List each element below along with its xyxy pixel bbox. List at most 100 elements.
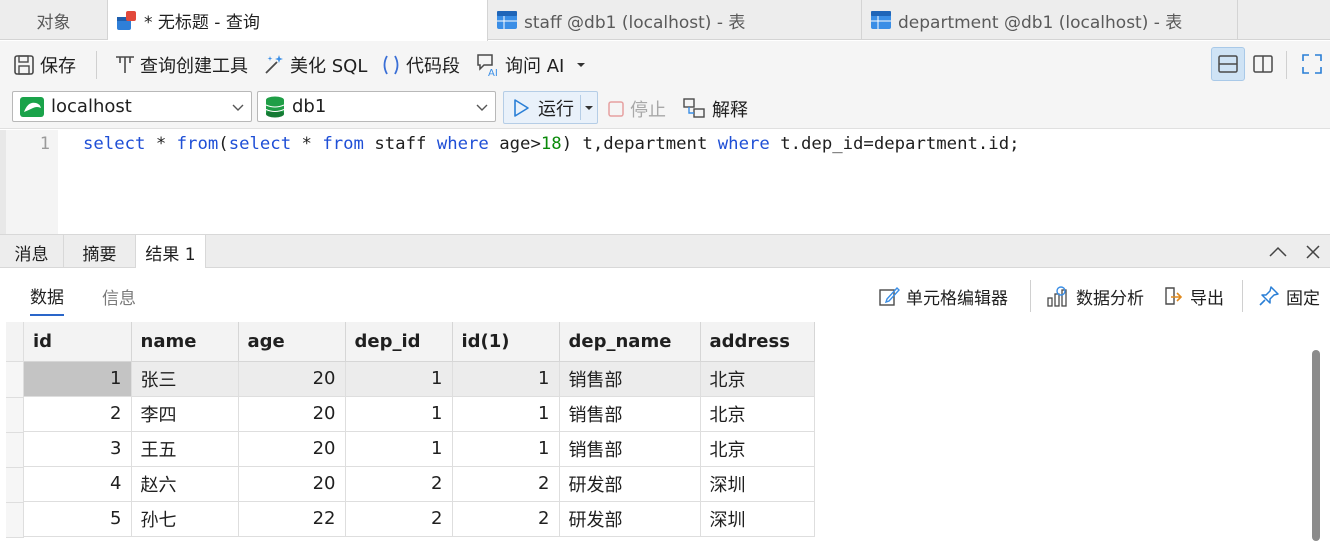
tab-staff-table[interactable]: staff @db1 (localhost) - 表 xyxy=(488,0,862,40)
connection-toolbar: localhost db1 运行 停止 解释 xyxy=(0,89,1330,129)
column-header[interactable]: age xyxy=(238,322,346,362)
row-header[interactable] xyxy=(6,503,24,538)
column-header[interactable]: name xyxy=(131,322,239,362)
table-cell[interactable]: 北京 xyxy=(700,361,815,397)
explain-button[interactable]: 解释 xyxy=(682,89,748,129)
subtab-info[interactable]: 信息 xyxy=(102,276,136,316)
toolbar-divider xyxy=(1030,280,1031,312)
table-cell[interactable]: 销售部 xyxy=(559,396,701,432)
close-icon[interactable] xyxy=(1304,243,1322,261)
pin-button[interactable]: 固定 xyxy=(1258,276,1320,316)
table-cell[interactable]: 20 xyxy=(238,431,346,467)
column-header[interactable]: dep_id xyxy=(345,322,453,362)
column-header[interactable]: id(1) xyxy=(452,322,560,362)
tab-summary[interactable]: 摘要 xyxy=(64,235,136,269)
export-button[interactable]: 导出 xyxy=(1162,276,1224,316)
table-cell[interactable]: 孙七 xyxy=(131,501,239,537)
cell-editor-button[interactable]: 单元格编辑器 xyxy=(878,276,1008,316)
table-row[interactable]: 2 李四 20 1 1 销售部 北京 xyxy=(24,396,815,432)
code-snippet-button[interactable]: 代码段 xyxy=(380,41,460,89)
table-cell[interactable]: 1 xyxy=(24,361,132,397)
layout-stacked-button[interactable] xyxy=(1211,47,1245,81)
sql-editor[interactable]: 1 select * from(select * from staff wher… xyxy=(0,130,1330,234)
table-cell[interactable]: 北京 xyxy=(700,396,815,432)
chevron-down-icon[interactable] xyxy=(576,60,586,70)
tab-objects[interactable]: 对象 xyxy=(0,0,108,40)
table-cell[interactable]: 1 xyxy=(452,361,560,397)
connection-select[interactable]: localhost xyxy=(12,91,252,122)
table-cell[interactable]: 20 xyxy=(238,361,346,397)
table-cell[interactable]: 王五 xyxy=(131,431,239,467)
table-cell[interactable]: 2 xyxy=(452,466,560,502)
table-cell[interactable]: 22 xyxy=(238,501,346,537)
explain-label: 解释 xyxy=(712,100,748,121)
table-cell[interactable]: 3 xyxy=(24,431,132,467)
query-builder-icon xyxy=(116,56,134,73)
tab-result-1[interactable]: 结果 1 xyxy=(136,235,206,269)
cell-editor-label: 单元格编辑器 xyxy=(906,288,1008,309)
table-cell[interactable]: 20 xyxy=(238,466,346,502)
table-cell[interactable]: 研发部 xyxy=(559,466,701,502)
fullscreen-button[interactable] xyxy=(1295,47,1329,81)
table-cell[interactable]: 2 xyxy=(345,466,453,502)
table-row[interactable]: 1 张三 20 1 1 销售部 北京 xyxy=(24,361,815,397)
line-number-gutter: 1 xyxy=(6,130,58,234)
table-cell[interactable]: 1 xyxy=(452,431,560,467)
table-row[interactable]: 4 赵六 20 2 2 研发部 深圳 xyxy=(24,466,815,502)
code-snippet-label: 代码段 xyxy=(406,56,460,77)
subtab-data[interactable]: 数据 xyxy=(30,276,64,316)
query-builder-label: 查询创建工具 xyxy=(140,56,248,77)
export-icon xyxy=(1165,287,1183,305)
beautify-sql-button[interactable]: 美化 SQL xyxy=(262,41,367,89)
table-row[interactable]: 5 孙七 22 2 2 研发部 深圳 xyxy=(24,501,815,537)
table-cell[interactable]: 销售部 xyxy=(559,361,701,397)
table-cell[interactable]: 北京 xyxy=(700,431,815,467)
stacked-layout-icon xyxy=(1218,55,1238,73)
stop-button[interactable]: 停止 xyxy=(606,89,666,129)
table-cell[interactable]: 1 xyxy=(452,396,560,432)
vertical-scrollbar[interactable] xyxy=(1312,350,1320,541)
table-cell[interactable]: 2 xyxy=(24,396,132,432)
table-cell[interactable]: 销售部 xyxy=(559,431,701,467)
column-header[interactable]: dep_name xyxy=(559,322,701,362)
data-analysis-label: 数据分析 xyxy=(1076,288,1144,309)
table-cell[interactable]: 1 xyxy=(345,361,453,397)
save-label: 保存 xyxy=(40,56,76,77)
table-cell[interactable]: 深圳 xyxy=(700,501,815,537)
table-cell[interactable]: 20 xyxy=(238,396,346,432)
row-header[interactable] xyxy=(6,468,24,503)
row-header[interactable] xyxy=(6,433,24,468)
chevron-up-icon[interactable] xyxy=(1268,244,1288,260)
run-button[interactable]: 运行 xyxy=(503,91,598,124)
tab-department-table[interactable]: department @db1 (localhost) - 表 xyxy=(862,0,1238,40)
row-header[interactable] xyxy=(6,362,24,398)
row-header[interactable] xyxy=(6,398,24,433)
tab-query[interactable]: * 无标题 - 查询 xyxy=(108,0,488,41)
ask-ai-button[interactable]: AI 询问 AI xyxy=(475,41,590,89)
table-cell[interactable]: 2 xyxy=(452,501,560,537)
column-header[interactable]: id xyxy=(24,322,132,362)
table-cell[interactable]: 深圳 xyxy=(700,466,815,502)
sql-text: * xyxy=(291,134,323,154)
table-cell[interactable]: 1 xyxy=(345,396,453,432)
table-cell[interactable]: 李四 xyxy=(131,396,239,432)
table-row[interactable]: 3 王五 20 1 1 销售部 北京 xyxy=(24,431,815,467)
table-cell[interactable]: 4 xyxy=(24,466,132,502)
column-header[interactable]: address xyxy=(700,322,815,362)
ask-ai-label: 询问 AI xyxy=(505,56,565,77)
table-cell[interactable]: 2 xyxy=(345,501,453,537)
table-cell[interactable]: 1 xyxy=(345,431,453,467)
table-cell[interactable]: 研发部 xyxy=(559,501,701,537)
chevron-down-icon[interactable] xyxy=(584,103,594,113)
table-cell[interactable]: 张三 xyxy=(131,361,239,397)
data-analysis-button[interactable]: 数据分析 xyxy=(1046,276,1144,316)
database-select[interactable]: db1 xyxy=(257,91,496,122)
table-cell[interactable]: 赵六 xyxy=(131,466,239,502)
table-cell[interactable]: 5 xyxy=(24,501,132,537)
tab-messages-label: 消息 xyxy=(14,244,49,265)
svg-text:AI: AI xyxy=(488,68,498,78)
layout-split-button[interactable] xyxy=(1246,47,1280,81)
save-button[interactable]: 保存 xyxy=(12,41,76,89)
query-builder-button[interactable]: 查询创建工具 xyxy=(114,41,248,89)
tab-messages[interactable]: 消息 xyxy=(0,235,64,269)
